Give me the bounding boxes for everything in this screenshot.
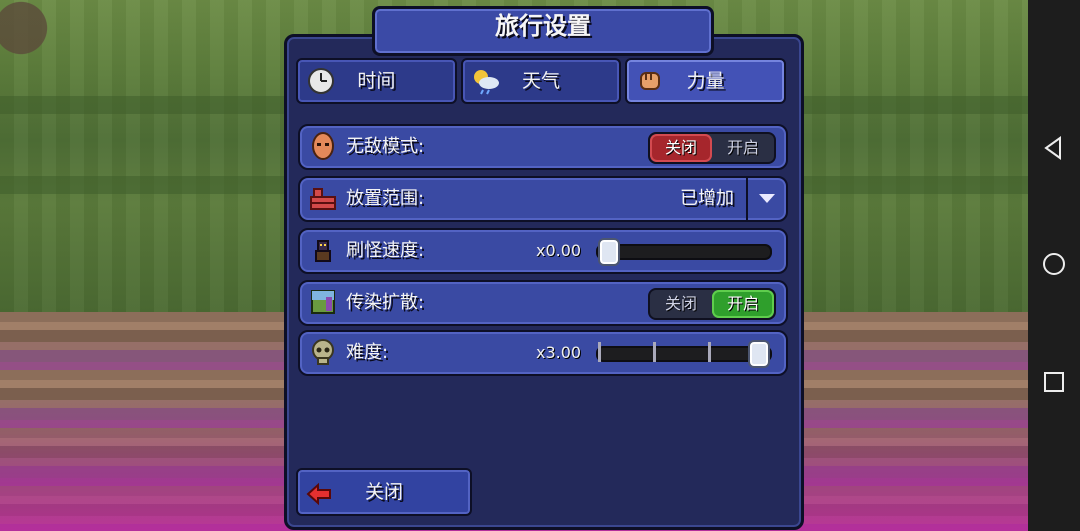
placement-label: 放置范围:	[346, 188, 425, 209]
infection-label: 传染扩散:	[346, 292, 425, 313]
tab-time[interactable]: 时间	[296, 58, 457, 104]
panel-title: 旅行设置	[372, 6, 714, 56]
difficulty-row: 难度: x3.00	[298, 330, 788, 376]
spawn-row: 刷怪速度: x0.00	[298, 228, 788, 274]
difficulty-tick	[708, 342, 711, 362]
spawn-label: 刷怪速度:	[346, 240, 425, 261]
android-navigation-bar	[1028, 0, 1080, 531]
difficulty-tick	[653, 342, 656, 362]
placement-dropdown-button[interactable]	[746, 178, 786, 220]
home-icon[interactable]	[1042, 252, 1066, 276]
godmode-label: 无敌模式:	[346, 136, 425, 157]
tab-power[interactable]: 力量	[625, 58, 787, 104]
spawn-value: x0.00	[536, 241, 582, 260]
infection-row: 传染扩散: 关闭 开启	[298, 280, 788, 326]
back-icon[interactable]	[1042, 136, 1066, 160]
close-button[interactable]: 关闭	[296, 468, 472, 516]
godmode-on-option[interactable]: 开启	[712, 134, 774, 162]
tab-weather[interactable]: 天气	[460, 58, 622, 104]
settings-tabs: 时间 天气 力量	[296, 58, 787, 104]
infection-toggle[interactable]: 关闭 开启	[648, 288, 776, 320]
difficulty-slider-handle[interactable]	[748, 340, 770, 368]
infection-on-option[interactable]: 开启	[712, 290, 774, 318]
face-icon	[308, 131, 338, 161]
recents-icon[interactable]	[1042, 370, 1066, 394]
godmode-toggle[interactable]: 关闭 开启	[648, 132, 776, 164]
spawn-slider-track[interactable]	[596, 238, 772, 266]
tab-time-label: 时间	[357, 70, 396, 92]
biome-icon	[308, 287, 338, 317]
fist-icon	[635, 66, 665, 96]
godmode-row: 无敌模式: 关闭 开启	[298, 124, 788, 170]
tab-power-label: 力量	[686, 70, 725, 92]
godmode-off-option[interactable]: 关闭	[650, 134, 712, 162]
tab-weather-label: 天气	[522, 70, 561, 92]
monster-icon	[308, 235, 338, 265]
weather-icon	[471, 66, 501, 96]
infection-off-option[interactable]: 关闭	[650, 290, 712, 318]
brick-icon	[308, 183, 338, 213]
difficulty-label: 难度:	[346, 342, 389, 363]
spawn-slider-handle[interactable]	[598, 238, 620, 266]
placement-row: 放置范围: 已增加	[298, 176, 788, 222]
difficulty-value: x3.00	[536, 343, 582, 362]
close-button-label: 关闭	[364, 481, 403, 503]
difficulty-slider-track[interactable]	[596, 340, 772, 368]
difficulty-tick	[598, 342, 601, 362]
tree-trunk	[0, 0, 70, 70]
placement-value: 已增加	[680, 188, 734, 209]
back-arrow-icon	[306, 479, 332, 506]
skull-icon	[308, 337, 338, 367]
clock-icon	[306, 66, 336, 96]
